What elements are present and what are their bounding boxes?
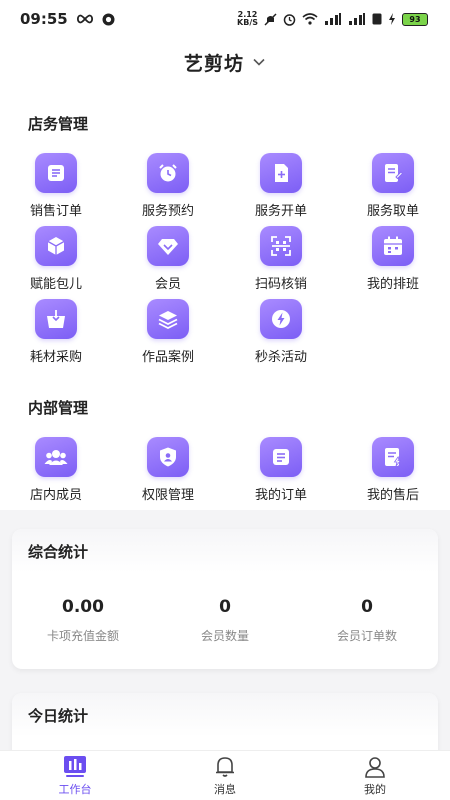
after-sales-icon	[385, 448, 402, 467]
user-icon	[365, 756, 385, 778]
network-speed: 2.12 KB/S	[237, 10, 258, 27]
flash-icon	[272, 310, 290, 328]
shield-user-icon	[160, 447, 176, 467]
card-title: 综合统计	[12, 529, 438, 573]
tab-messages[interactable]: 消息	[150, 751, 300, 800]
charging-icon	[389, 13, 395, 25]
status-time: 09:55	[20, 10, 68, 28]
alarm-icon	[283, 13, 296, 26]
stat-member-orders[interactable]: 0 会员订单数	[297, 597, 437, 644]
menu-item-flash-sale[interactable]: 秒杀活动	[225, 299, 337, 365]
wifi-icon	[302, 13, 318, 25]
menu-item-supplies-purchase[interactable]: 耗材采购	[0, 299, 112, 365]
overall-stats-card: 综合统计 0.00 卡项充值金额 0 会员数量 0 会员订单数	[12, 529, 438, 669]
menu-item-service-pickup[interactable]: 服务取单	[337, 153, 449, 219]
tab-workbench[interactable]: 工作台	[0, 751, 150, 800]
mute-icon	[264, 12, 277, 26]
card-title: 今日统计	[12, 693, 438, 737]
app-notification-icon	[102, 13, 115, 25]
stat-card-recharge[interactable]: 0.00 卡项充值金额	[13, 597, 153, 644]
menu-item-scan-verify[interactable]: 扫码核销	[225, 226, 337, 292]
menu-item-sales-order[interactable]: 销售订单	[0, 153, 112, 219]
store-title[interactable]: 艺剪坊	[184, 49, 244, 76]
order-list-icon	[48, 165, 64, 181]
scan-icon	[271, 236, 291, 256]
layers-icon	[158, 311, 178, 330]
menu-item-permission[interactable]: 权限管理	[112, 437, 224, 503]
signal-icon-1	[325, 13, 341, 25]
app-header: 艺剪坊	[0, 38, 450, 86]
infinity-icon	[76, 14, 93, 24]
section-title-store: 店务管理	[28, 115, 89, 133]
add-document-icon	[275, 164, 288, 182]
section-title-internal: 内部管理	[28, 399, 89, 417]
menu-item-empower-package[interactable]: 赋能包儿	[0, 226, 112, 292]
alarm-clock-icon	[159, 164, 177, 182]
bell-icon	[216, 756, 234, 777]
menu-item-my-schedule[interactable]: 我的排班	[337, 226, 449, 292]
box-icon	[47, 310, 65, 328]
calendar-icon	[384, 236, 402, 255]
chevron-down-icon[interactable]	[252, 57, 266, 67]
members-icon	[44, 450, 68, 465]
menu-item-store-members[interactable]: 店内成员	[0, 437, 112, 503]
workbench-icon	[64, 755, 86, 777]
my-order-icon	[273, 449, 289, 465]
menu-item-service-booking[interactable]: 服务预约	[112, 153, 224, 219]
tab-mine[interactable]: 我的	[300, 751, 450, 800]
menu-item-my-orders[interactable]: 我的订单	[225, 437, 337, 503]
menu-item-member[interactable]: 会员	[112, 226, 224, 292]
sim-icon	[372, 13, 382, 25]
battery-indicator: 93	[402, 12, 428, 26]
menu-item-service-open[interactable]: 服务开单	[225, 153, 337, 219]
diamond-icon	[158, 239, 178, 255]
status-bar: 09:55 2.12 KB/S 93	[0, 0, 450, 38]
menu-item-works-cases[interactable]: 作品案例	[112, 299, 224, 365]
cube-icon	[47, 237, 65, 255]
menu-item-my-after-sales[interactable]: 我的售后	[337, 437, 449, 503]
stat-member-count[interactable]: 0 会员数量	[155, 597, 295, 644]
document-edit-icon	[385, 164, 404, 182]
signal-icon-2	[349, 13, 365, 25]
bottom-tab-bar: 工作台 消息 我的	[0, 750, 450, 800]
